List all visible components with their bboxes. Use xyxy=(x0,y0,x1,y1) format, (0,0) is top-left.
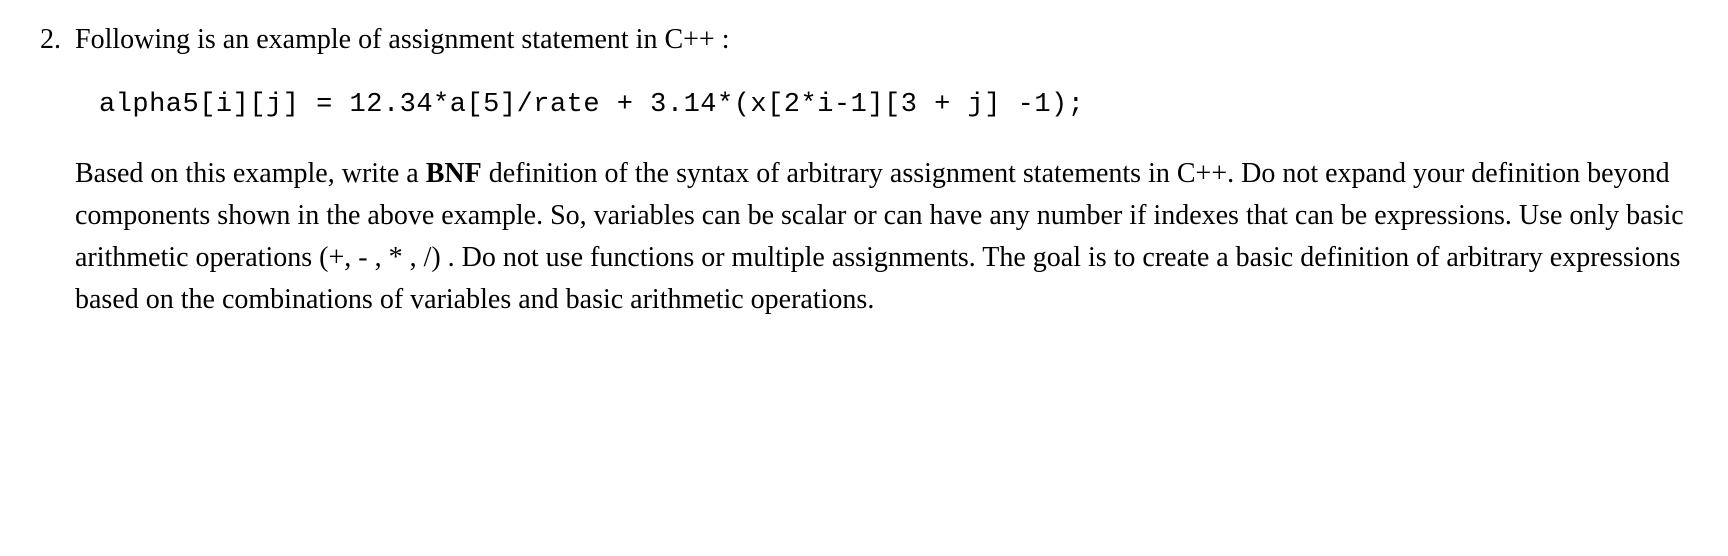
question-content: Following is an example of assignment st… xyxy=(75,20,1688,321)
question-description: Based on this example, write a BNF defin… xyxy=(75,153,1688,321)
description-bold: BNF xyxy=(426,158,482,189)
question-container: 2. Following is an example of assignment… xyxy=(40,20,1688,321)
description-part1: Based on this example, write a xyxy=(75,158,426,189)
code-example: alpha5[i][j] = 12.34*a[5]/rate + 3.14*(x… xyxy=(99,87,1688,125)
question-intro: Following is an example of assignment st… xyxy=(75,20,1688,59)
question-number: 2. xyxy=(40,20,61,59)
